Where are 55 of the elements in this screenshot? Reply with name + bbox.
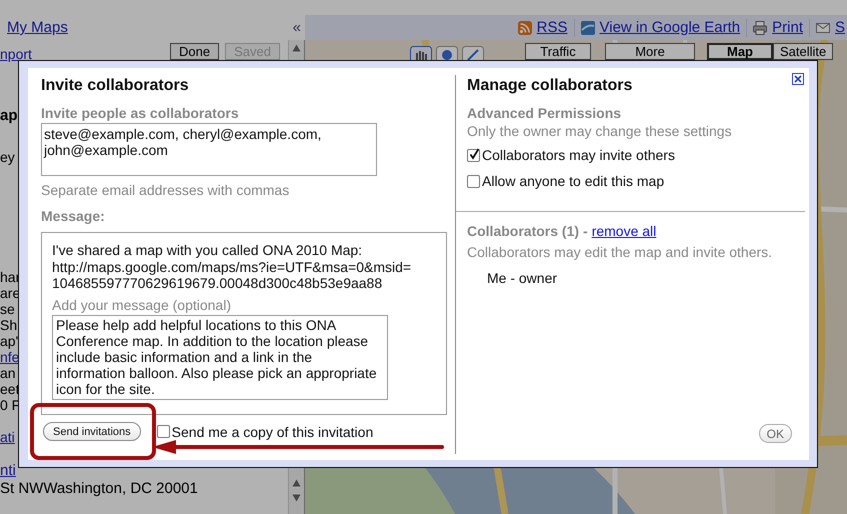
toolbar-link[interactable]: Print xyxy=(772,19,803,36)
my-maps-link[interactable]: My Maps xyxy=(7,19,68,36)
checkbox[interactable] xyxy=(156,425,170,438)
rss-icon[interactable] xyxy=(518,20,532,34)
section-heading: Advanced Permissions xyxy=(467,104,622,122)
dialog-title: Invite collaborators xyxy=(41,76,190,96)
toolbar-link[interactable]: S xyxy=(834,19,845,36)
field-label: Invite people as collaborators xyxy=(41,104,240,122)
scroll-up-icon[interactable] xyxy=(292,44,301,52)
panel-text: Sh xyxy=(0,317,18,333)
dialog-title: Manage collaborators xyxy=(467,76,634,96)
collapse-button[interactable]: « xyxy=(292,19,301,36)
print-icon[interactable] xyxy=(753,20,768,34)
place-link[interactable]: nfe xyxy=(0,349,20,365)
map-type-button[interactable]: Traffic xyxy=(525,43,591,60)
field-hint: Separate email addresses with commas xyxy=(41,181,290,199)
toolbar-link[interactable]: RSS xyxy=(536,19,568,36)
toolbar-link[interactable]: View in Google Earth xyxy=(600,19,740,36)
field-label: Message: xyxy=(41,207,106,225)
ok-button[interactable]: OK xyxy=(758,424,792,443)
map-type-button[interactable]: Map xyxy=(707,43,773,60)
panel-text: se xyxy=(0,301,15,317)
remove-all-link[interactable]: remove all xyxy=(592,222,656,240)
separator-text: - xyxy=(583,222,588,240)
checkbox[interactable] xyxy=(467,148,480,162)
panel-heading: ap xyxy=(0,108,18,124)
scroll-up-icon[interactable] xyxy=(292,479,301,487)
done-button[interactable]: Done xyxy=(170,43,220,60)
section-note: Only the owner may change these settings xyxy=(467,122,733,140)
import-link[interactable]: nport xyxy=(0,46,32,62)
place-link[interactable]: nti xyxy=(0,462,16,480)
map-type-button[interactable]: Satellite xyxy=(773,43,834,60)
mail-icon[interactable] xyxy=(816,20,830,34)
scroll-down-icon[interactable] xyxy=(292,494,301,502)
place-link[interactable]: ati xyxy=(0,429,15,445)
close-icon[interactable] xyxy=(792,73,804,85)
panel-text: ey xyxy=(0,149,15,165)
checkbox-label: Allow anyone to edit this map xyxy=(482,173,664,189)
panel-text: ap' xyxy=(0,333,18,349)
send-invitations-button[interactable]: Send invitations xyxy=(43,422,141,441)
panel-text: St NWWashington, DC 20001 xyxy=(0,480,198,498)
map-type-button[interactable]: More xyxy=(605,43,695,60)
field-label: Add your message (optional) xyxy=(52,296,232,314)
checkbox-label: Send me a copy of this invitation xyxy=(172,424,374,440)
panel-text: an xyxy=(0,365,16,381)
section-note: Collaborators may edit the map and invite others. xyxy=(467,243,774,261)
panel-text: eet xyxy=(0,381,20,397)
shared-message: I've shared a map with you called ONA 2010 Map: http://maps.google.com/maps/ms?ie=UTF&msa=0&msid= 104685597770629619679.00048d300c48b53e9aa88 xyxy=(52,242,412,292)
section-heading: Collaborators (1) xyxy=(467,222,580,240)
collaborator-name: Me - owner xyxy=(486,269,558,287)
message-field[interactable]: Please help add helpful locations to this ONA Conference map. In addition to the location please include basic information and a link in the information balloon. Also please pick an appropriate icon for the site. xyxy=(52,314,388,400)
checkbox-label: Collaborators may invite others xyxy=(482,147,675,163)
checkbox[interactable] xyxy=(467,174,480,188)
email-field[interactable]: steve@example.com, cheryl@example.com, john@example.com xyxy=(41,123,377,176)
panel-text: har xyxy=(0,269,20,285)
